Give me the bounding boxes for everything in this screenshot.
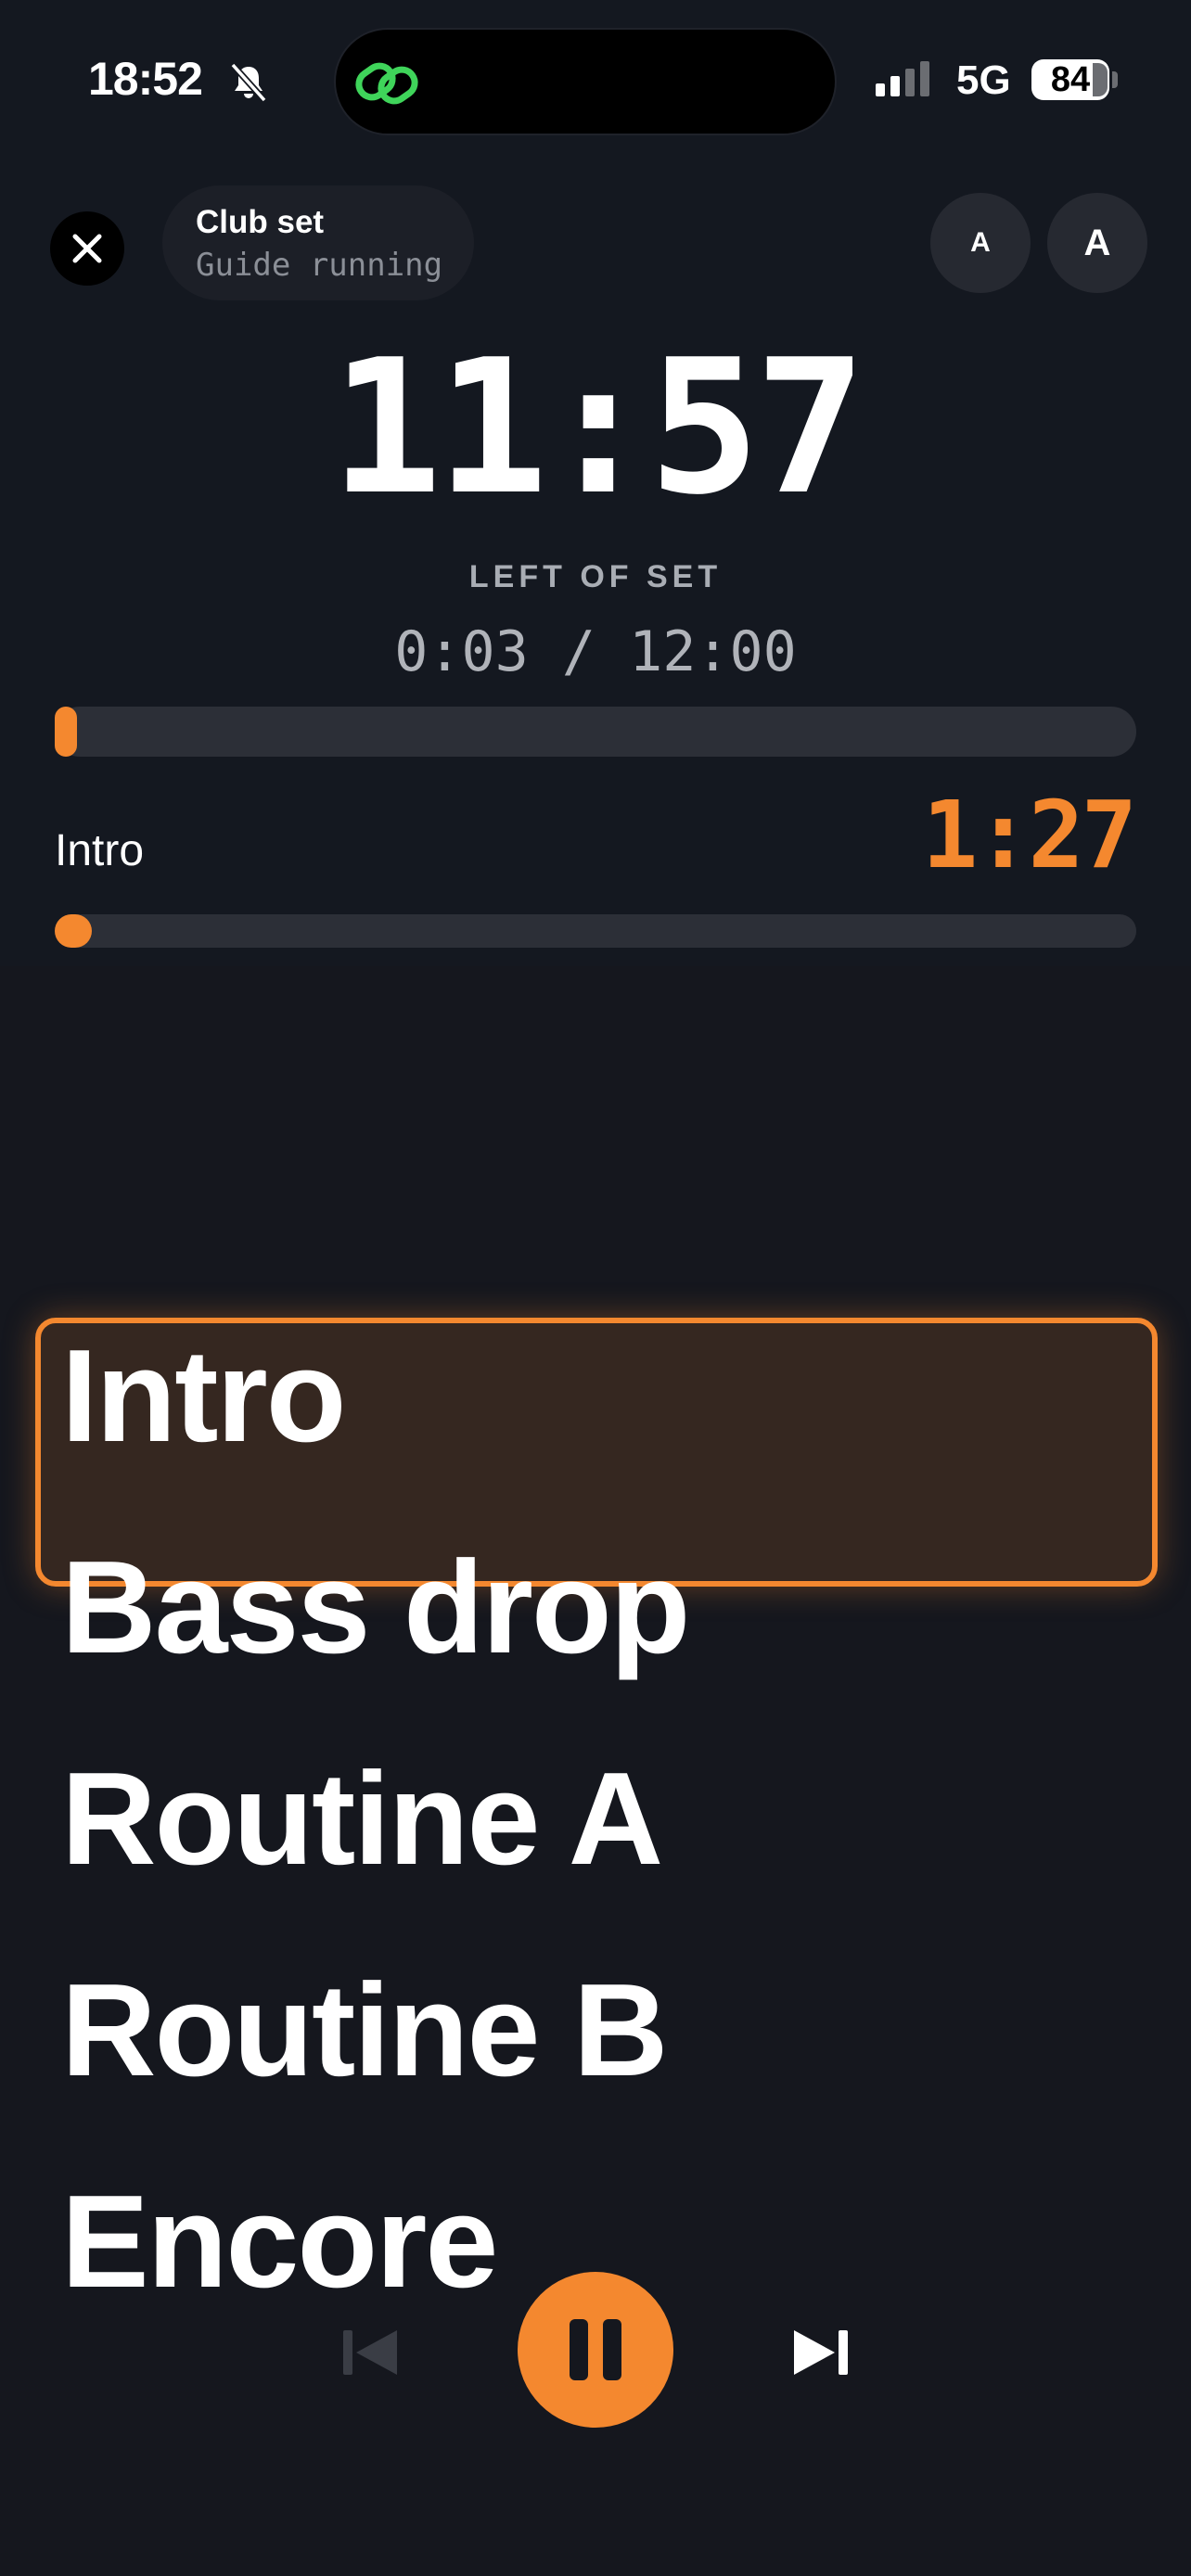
- increase-font-button[interactable]: A: [1047, 193, 1147, 293]
- section-item-intro[interactable]: Intro: [61, 1322, 346, 1471]
- set-progress-bar[interactable]: [55, 707, 1136, 757]
- link-icon: [355, 62, 418, 105]
- battery-empty-part: [1093, 63, 1108, 96]
- section-item-routine-a[interactable]: Routine A: [61, 1745, 663, 1894]
- skip-previous-icon: [343, 2330, 397, 2375]
- remaining-caption: LEFT OF SET: [468, 559, 723, 594]
- previous-section-button[interactable]: [328, 2315, 412, 2390]
- current-section-name: Intro: [55, 826, 145, 875]
- set-title: Club set: [196, 204, 325, 240]
- next-section-button[interactable]: [779, 2315, 863, 2390]
- pause-icon: [570, 2319, 621, 2380]
- skip-next-icon: [794, 2330, 848, 2375]
- status-time: 18:52: [88, 53, 203, 105]
- set-progress-fill: [55, 707, 77, 757]
- current-section-remaining: 1:27: [922, 781, 1137, 889]
- section-item-bass-drop[interactable]: Bass drop: [61, 1534, 690, 1682]
- network-type: 5G: [956, 57, 1011, 103]
- close-button[interactable]: [50, 211, 124, 286]
- set-info-pill[interactable]: Club set Guide running: [162, 185, 474, 300]
- section-progress-fill: [55, 914, 92, 948]
- section-item-routine-b[interactable]: Routine B: [61, 1957, 668, 2105]
- section-item-encore[interactable]: Encore: [61, 2168, 498, 2316]
- bell-slash-icon: [230, 62, 267, 103]
- set-status: Guide running: [196, 247, 443, 284]
- decrease-font-button[interactable]: A: [930, 193, 1031, 293]
- close-icon: [72, 234, 102, 263]
- elapsed-total: 0:03 / 12:00: [394, 619, 797, 684]
- set-remaining-time: 11:57: [329, 320, 866, 536]
- cellular-signal-icon: [876, 61, 929, 96]
- battery-nub: [1112, 71, 1118, 88]
- section-progress-bar[interactable]: [55, 914, 1136, 948]
- pause-button[interactable]: [518, 2272, 673, 2428]
